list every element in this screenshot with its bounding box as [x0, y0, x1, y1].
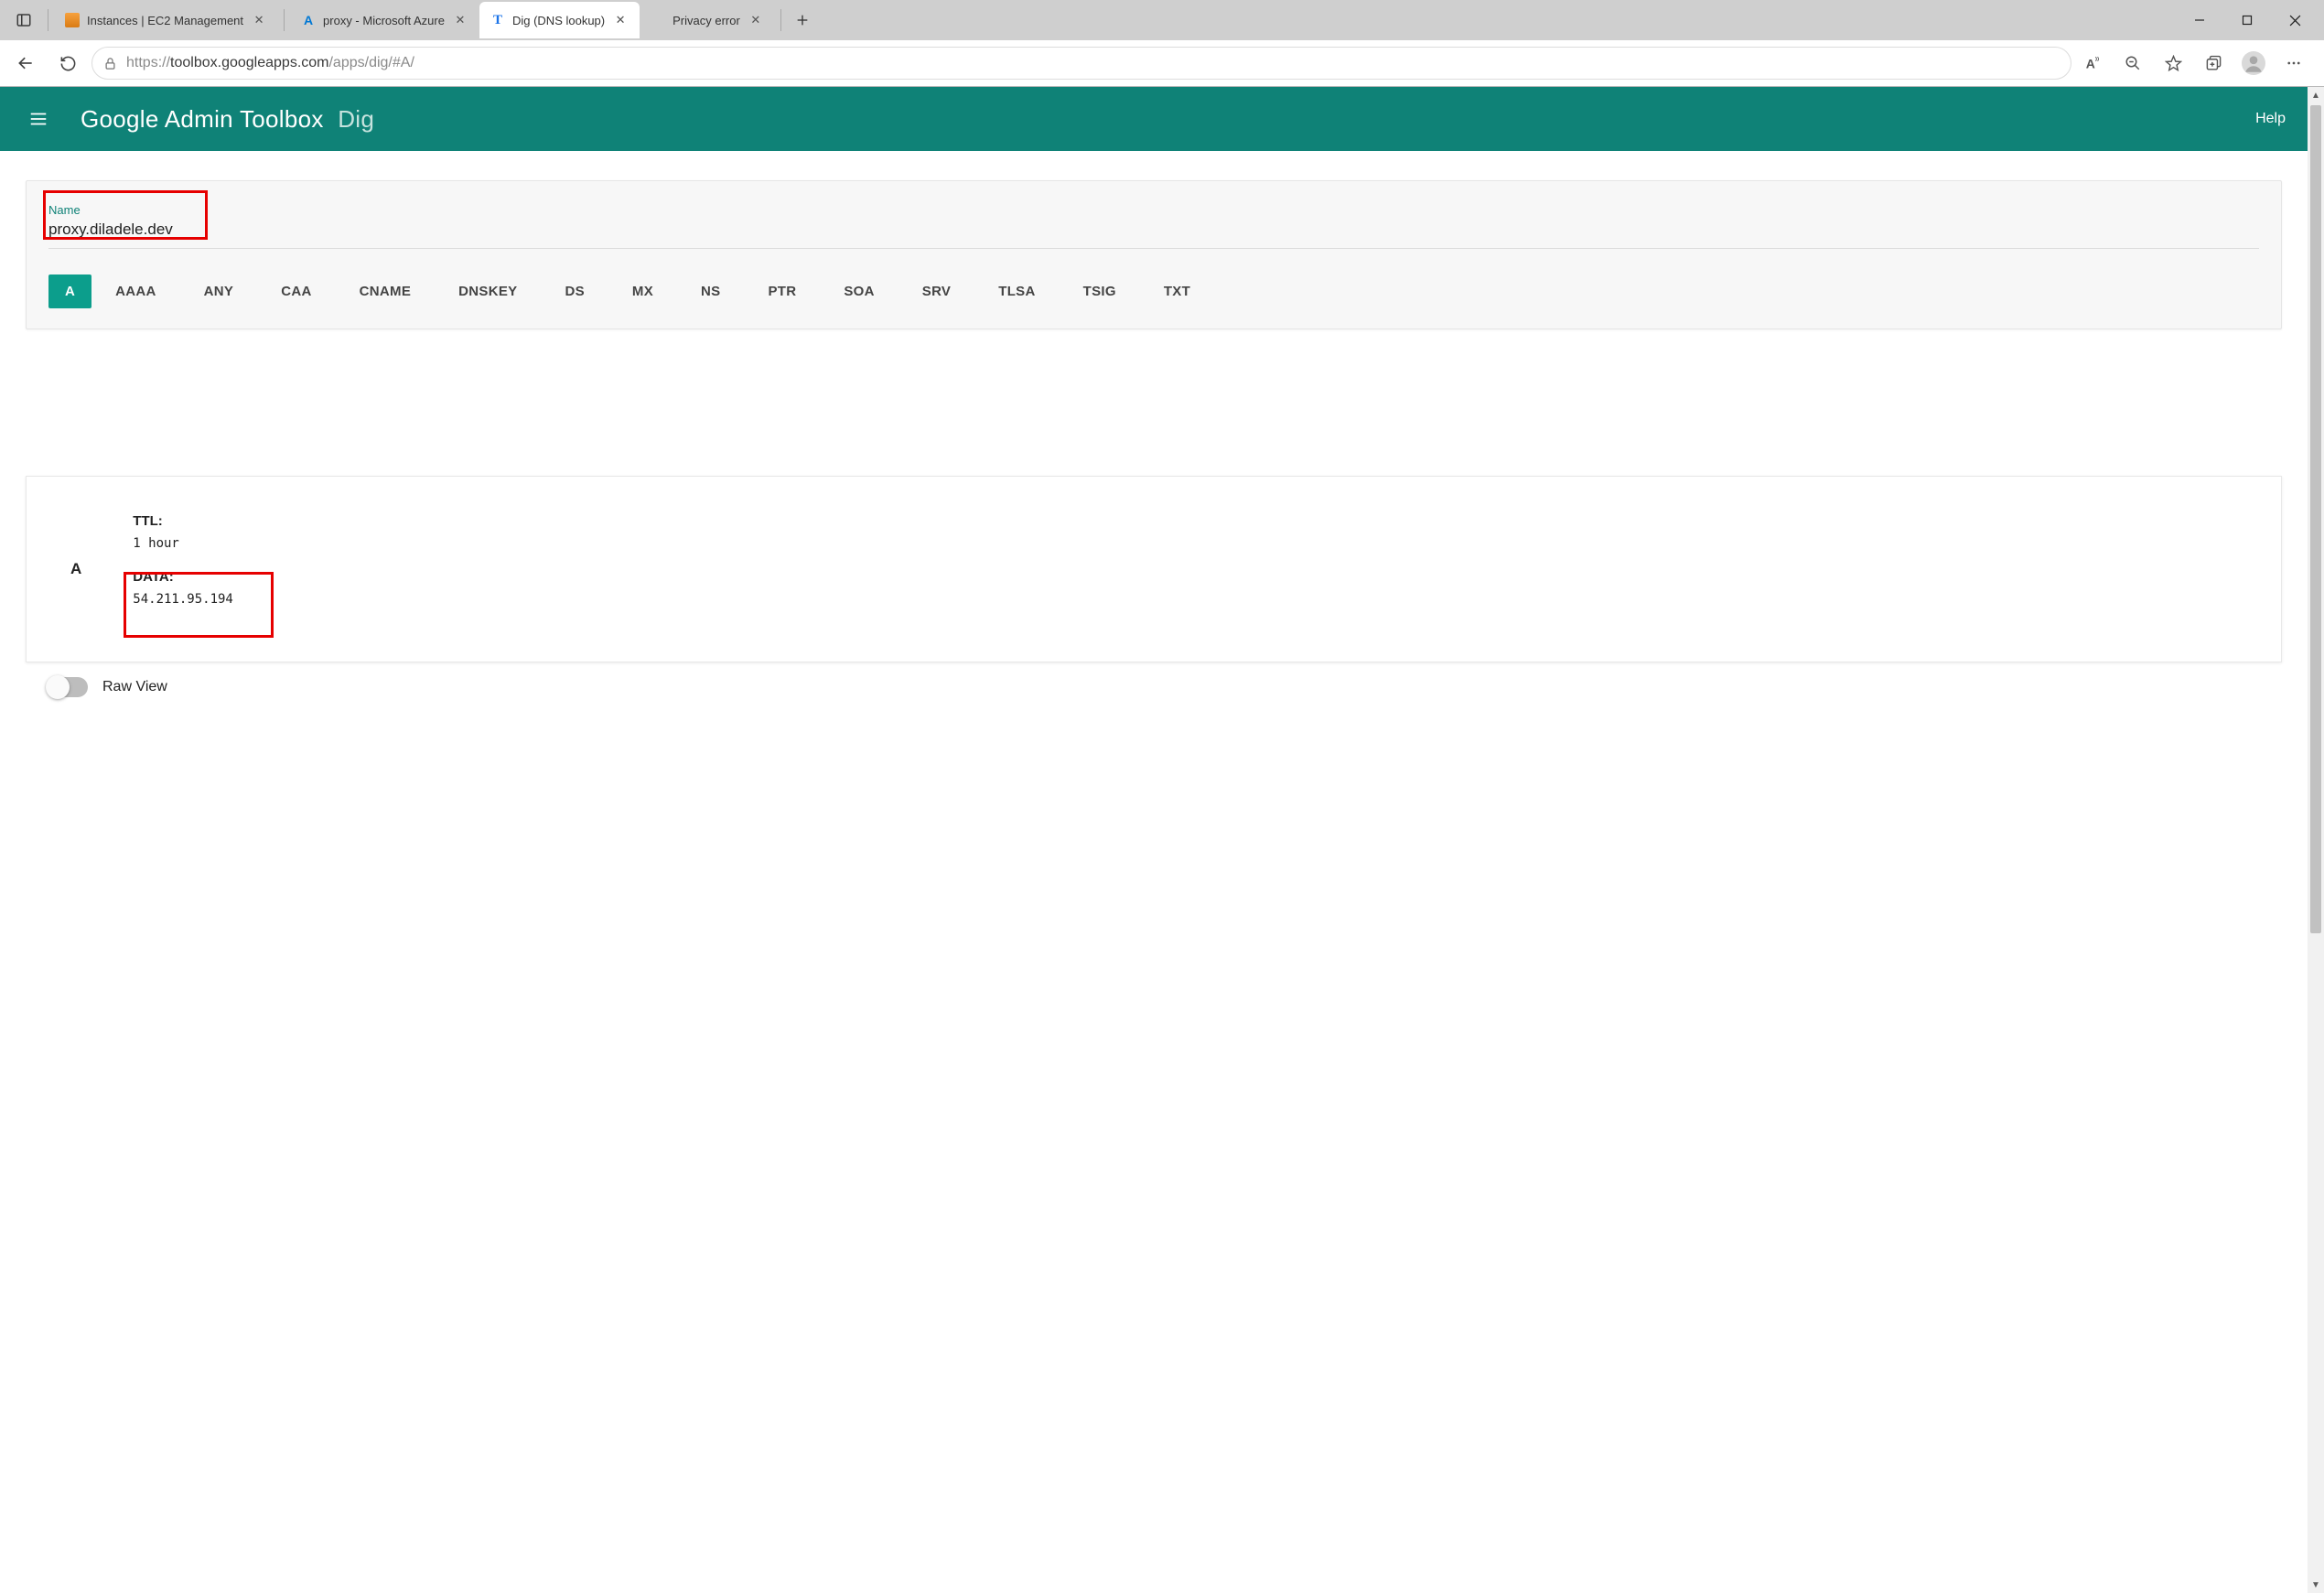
close-icon[interactable]: ✕ — [452, 12, 468, 28]
azure-icon: A — [301, 13, 316, 27]
result-body: TTL: 1 hour DATA: 54.211.95.194 — [133, 513, 233, 625]
tab-actions-button[interactable] — [5, 2, 42, 38]
close-icon[interactable]: ✕ — [251, 12, 267, 28]
record-type-mx[interactable]: MX — [616, 274, 670, 308]
favorites-icon[interactable] — [2157, 48, 2189, 79]
record-type-dnskey[interactable]: DNSKEY — [442, 274, 533, 308]
refresh-button[interactable] — [49, 45, 86, 81]
data-value: 54.211.95.194 — [133, 592, 233, 607]
maximize-button[interactable] — [2223, 2, 2271, 38]
raw-view-toggle[interactable] — [48, 677, 88, 697]
help-link[interactable]: Help — [2255, 111, 2286, 127]
menu-icon[interactable] — [2278, 48, 2309, 79]
tab-strip: Instances | EC2 Management ✕ A proxy - M… — [0, 0, 2324, 40]
query-card: Name AAAAA ANY CAA CNAME DNSKEY DS MX NS PTR SOA S… — [26, 180, 2282, 329]
address-bar: https://toolbox.googleapps.com/apps/dig/… — [0, 40, 2324, 86]
menu-button[interactable] — [22, 102, 55, 135]
profile-icon[interactable] — [2238, 48, 2269, 79]
result-record-type: A — [70, 560, 81, 578]
back-button[interactable] — [7, 45, 44, 81]
record-type-caa[interactable]: CAA — [264, 274, 328, 308]
toolbox-icon: T — [490, 13, 505, 27]
raw-view-row: Raw View — [26, 662, 2282, 697]
tab-azure[interactable]: A proxy - Microsoft Azure ✕ — [290, 2, 479, 38]
app-header: Google Admin Toolbox Dig Help — [0, 87, 2308, 151]
close-icon[interactable]: ✕ — [748, 12, 764, 28]
record-type-soa[interactable]: SOA — [827, 274, 890, 308]
viewport: Google Admin Toolbox Dig Help Name AAAAA… — [0, 87, 2324, 1593]
record-type-txt[interactable]: TXT — [1147, 274, 1207, 308]
close-window-button[interactable] — [2271, 2, 2319, 38]
record-type-ds[interactable]: DS — [548, 274, 600, 308]
url-host: toolbox.googleapps.com — [170, 55, 328, 70]
divider — [284, 9, 285, 31]
title-sub: Dig — [338, 105, 374, 133]
aws-icon — [65, 13, 80, 27]
record-type-tabs: AAAAA ANY CAA CNAME DNSKEY DS MX NS PTR SOA SRV TLS… — [27, 256, 2281, 328]
scroll-thumb[interactable] — [2310, 105, 2321, 933]
tab-dig[interactable]: T Dig (DNS lookup) ✕ — [479, 2, 640, 38]
record-type-tsig[interactable]: TSIG — [1067, 274, 1133, 308]
zoom-out-icon[interactable] — [2117, 48, 2148, 79]
scroll-down-icon[interactable]: ▼ — [2308, 1577, 2324, 1593]
title-main: Google Admin Toolbox — [81, 105, 324, 133]
main-container: Name AAAAAANYCAACNAMEDNSKEYDSMXNSPTRSOAS… — [0, 151, 2308, 741]
app-title: Google Admin Toolbox Dig — [81, 105, 374, 134]
record-type-srv[interactable]: SRV — [906, 274, 967, 308]
ttl-label: TTL: — [133, 513, 233, 529]
data-label: DATA: — [133, 569, 233, 585]
record-type-any[interactable]: ANY — [188, 274, 251, 308]
tab-ec2[interactable]: Instances | EC2 Management ✕ — [54, 2, 278, 38]
record-type-a[interactable]: A — [48, 274, 91, 308]
scroll-up-icon[interactable]: ▲ — [2308, 87, 2324, 103]
url-proto: https:// — [126, 55, 170, 70]
browser-chrome: Instances | EC2 Management ✕ A proxy - M… — [0, 0, 2324, 87]
raw-view-label: Raw View — [102, 679, 167, 695]
tab-title: Instances | EC2 Management — [87, 14, 243, 27]
record-type-ns[interactable]: NS — [684, 274, 737, 308]
collections-icon[interactable] — [2198, 48, 2229, 79]
lock-icon — [103, 57, 117, 70]
url-text: https://toolbox.googleapps.com/apps/dig/… — [126, 55, 2060, 71]
close-icon[interactable]: ✕ — [612, 12, 629, 28]
new-tab-button[interactable] — [787, 5, 818, 36]
vertical-scrollbar[interactable]: ▲ ▼ — [2308, 87, 2324, 1593]
minimize-button[interactable] — [2176, 2, 2223, 38]
toolbar-right: A⁾⁾ — [2077, 48, 2317, 79]
page-content: Google Admin Toolbox Dig Help Name AAAAA… — [0, 87, 2308, 1593]
tab-title: Privacy error — [672, 14, 740, 27]
record-type-aaaa[interactable]: AAAA — [99, 274, 173, 308]
tab-privacy[interactable]: Privacy error ✕ — [640, 2, 775, 38]
blank-icon — [651, 13, 665, 27]
divider — [780, 9, 781, 31]
name-input[interactable] — [48, 217, 2259, 249]
result-card: A TTL: 1 hour DATA: 54.211.95.194 — [26, 476, 2282, 662]
ttl-value: 1 hour — [133, 536, 233, 551]
tab-title: Dig (DNS lookup) — [512, 14, 605, 27]
window-controls — [2176, 2, 2319, 38]
record-type-tlsa[interactable]: TLSA — [982, 274, 1051, 308]
record-type-cname[interactable]: CNAME — [343, 274, 428, 308]
tab-title: proxy - Microsoft Azure — [323, 14, 445, 27]
record-type-ptr[interactable]: PTR — [751, 274, 812, 308]
read-aloud-icon[interactable]: A⁾⁾ — [2077, 48, 2108, 79]
name-field-block: Name — [27, 181, 2281, 256]
name-label: Name — [48, 203, 2259, 217]
url-path: /apps/dig/#A/ — [328, 55, 414, 70]
url-box[interactable]: https://toolbox.googleapps.com/apps/dig/… — [91, 47, 2071, 80]
